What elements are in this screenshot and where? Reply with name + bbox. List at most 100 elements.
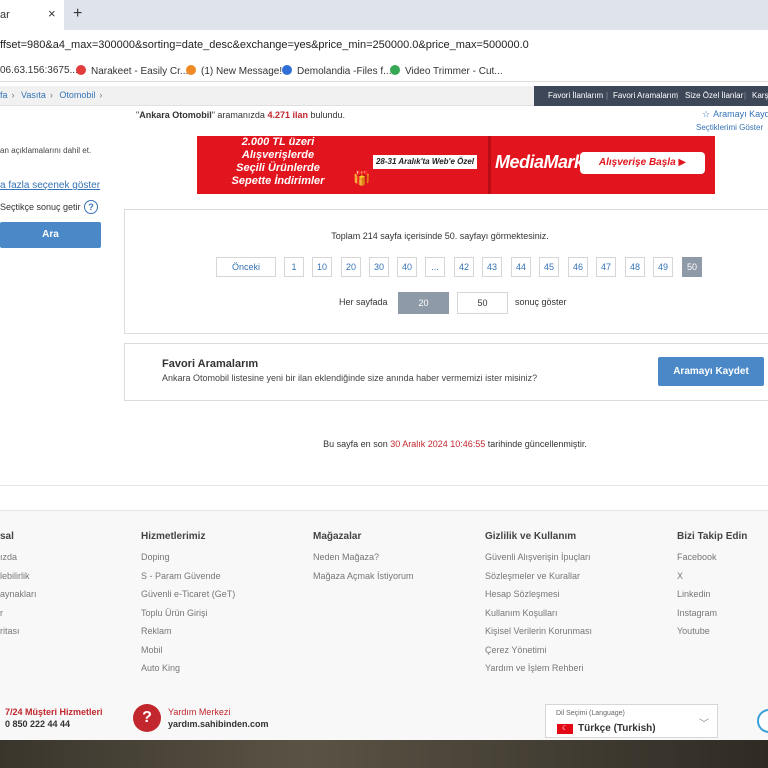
save-search-button[interactable]: Aramayı Kaydet [658,357,764,386]
footer-link[interactable]: Güvenli Alışverişin İpuçları [485,552,592,571]
chevron-right-icon: › [99,90,103,100]
footer-column-title: Gizlilik ve Kullanım [485,531,577,542]
page-link[interactable]: 42 [454,257,474,277]
current-page: 50 [682,257,702,277]
nav-compare[interactable]: Karş [752,91,768,100]
url-text[interactable]: ffset=980&a4_max=300000&sorting=date_des… [0,39,529,51]
footer-link[interactable]: Yardım ve İşlem Rehberi [485,663,592,682]
footer-link[interactable]: ritası [0,626,37,645]
help-center[interactable]: Yardım Merkezi yardım.sahibinden.com [168,707,269,729]
per-page-option-20[interactable]: 20 [398,292,449,314]
more-options-link[interactable]: a fazla seçenek göster [0,180,100,191]
address-bar[interactable]: ffset=980&a4_max=300000&sorting=date_des… [0,30,768,60]
favorite-search-title: Favori Aramalarım [162,358,259,370]
page-link[interactable]: 10 [312,257,332,277]
nav-divider: | [606,91,609,100]
page-link[interactable]: 45 [539,257,559,277]
page-link[interactable]: 47 [596,257,616,277]
footer-link[interactable]: Toplu Ürün Girişi [141,608,235,627]
footer-link[interactable]: Youtube [677,626,747,645]
footer-column-corporate: sal ızda lebilirlik aynakları r ritası [0,531,37,645]
browser-tab[interactable]: ar × [0,0,64,30]
footer-link[interactable]: Facebook [677,552,747,571]
footer-link[interactable]: lebilirlik [0,571,37,590]
footer-column-services: Hizmetlerimiz Doping S - Param Güvende G… [141,531,235,682]
footer-column-privacy: Gizlilik ve Kullanım Güvenli Alışverişin… [485,531,592,682]
footer-link[interactable]: aynakları [0,589,37,608]
footer-link[interactable]: Reklam [141,626,235,645]
close-icon[interactable]: × [48,6,56,21]
bookmark-item[interactable]: Narakeet - Easily Cr... [76,65,188,77]
page-link[interactable]: 1 [284,257,304,277]
language-value: Türkçe (Turkish) [578,723,656,734]
page-link[interactable]: 48 [625,257,645,277]
result-summary: "Ankara Otomobil" aramanızda 4.271 ilan … [0,109,768,132]
language-select[interactable]: Dil Seçimi (Language) ☾ Türkçe (Turkish)… [545,704,718,738]
nav-favorite-searches[interactable]: Favori Aramalarım [613,91,678,100]
customer-service[interactable]: 7/24 Müşteri Hizmetleri 0 850 222 44 44 [5,707,103,729]
footer-link[interactable]: Çerez Yönetimi [485,645,592,664]
bookmark-item[interactable]: (1) New Message! [186,65,282,77]
auto-results-label[interactable]: Seçtikçe sonuç getir [0,202,81,212]
page-link[interactable]: 40 [397,257,417,277]
result-text: "Ankara Otomobil" aramanızda 4.271 ilan … [136,110,346,120]
ad-banner[interactable]: 2.000 TL üzeri Alışverişlerde Seçili Ürü… [197,136,715,194]
per-page-option-50[interactable]: 50 [457,292,508,314]
breadcrumb-item[interactable]: Otomobil [59,90,95,100]
narakeet-icon [76,65,86,75]
footer-link[interactable]: ızda [0,552,37,571]
include-description-label[interactable]: an açıklamalarını dahil et. [0,146,91,155]
footer-column-title: Mağazalar [313,531,362,542]
footer-link[interactable]: S - Param Güvende [141,571,235,590]
footer-link[interactable]: Auto King [141,663,235,682]
footer-link[interactable]: Güvenli e-Ticaret (GeT) [141,589,235,608]
page-link[interactable]: 46 [568,257,588,277]
footer-link[interactable]: X [677,571,747,590]
banner-date: 28-31 Aralık'ta Web'e Özel [373,155,477,169]
help-center-icon: ? [133,704,161,732]
footer-link[interactable]: Kullanım Koşulları [485,608,592,627]
favorite-search-panel: Favori Aramalarım Ankara Otomobil listes… [124,343,768,401]
nav-special-listings[interactable]: Size Özel İlanlar [685,91,743,100]
page-link[interactable]: 30 [369,257,389,277]
breadcrumb-item[interactable]: fa [0,90,8,100]
pagination-info: Toplam 214 sayfa içerisinde 50. sayfayı … [331,231,549,241]
help-icon[interactable]: ? [84,200,98,214]
footer-link[interactable]: Sözleşmeler ve Kurallar [485,571,592,590]
nav-favorite-listings[interactable]: Favori İlanlarım [548,91,603,100]
page-link[interactable]: 49 [653,257,673,277]
turkey-flag-icon: ☾ [557,724,573,734]
help-center-url: yardım.sahibinden.com [168,719,269,729]
footer-link[interactable]: r [0,608,37,627]
bookmark-item[interactable]: Video Trimmer - Cut... [390,65,503,77]
new-tab-icon[interactable]: + [73,5,82,23]
footer-link[interactable]: Doping [141,552,235,571]
pagination-panel: Toplam 214 sayfa içerisinde 50. sayfayı … [124,209,768,334]
search-button[interactable]: Ara [0,222,101,248]
site-topbar: fa › Vasıta › Otomobil › Favori İlanlarım |… [0,86,768,106]
save-search-link[interactable]: ☆ Aramayı Kayd [702,109,768,120]
footer-link[interactable]: Instagram [677,608,747,627]
footer-link[interactable]: Mobil [141,645,235,664]
banner-cta-button[interactable]: Alışverişe Başla ▶ [580,152,705,174]
bookmark-item[interactable]: Demolandia -Files f... [282,65,391,77]
footer-column-stores: Mağazalar Neden Mağaza? Mağaza Açmak İst… [313,531,414,589]
per-page-label: Her sayfada [339,297,388,307]
footer-link[interactable]: Mağaza Açmak İstiyorum [313,571,414,590]
footer-link[interactable]: Kişisel Verilerin Korunması [485,626,592,645]
breadcrumb-item[interactable]: Vasıta [21,90,46,100]
page-link[interactable]: 20 [341,257,361,277]
result-count: 4.271 ilan [267,110,308,120]
page-ellipsis: ... [425,257,445,277]
chat-widget-icon[interactable] [757,709,768,733]
page-link[interactable]: 43 [482,257,502,277]
footer-column-title: Bizi Takip Edin [677,531,748,542]
show-selected-link[interactable]: Seçtiklerimi Göster [696,123,763,132]
footer-link[interactable]: Hesap Sözleşmesi [485,589,592,608]
bookmark-item[interactable]: 06.63.156:3675... [0,65,78,76]
message-icon [186,65,196,75]
footer-link[interactable]: Linkedin [677,589,747,608]
page-link[interactable]: 44 [511,257,531,277]
footer-link[interactable]: Neden Mağaza? [313,552,414,571]
prev-page-button[interactable]: Önceki [216,257,276,277]
